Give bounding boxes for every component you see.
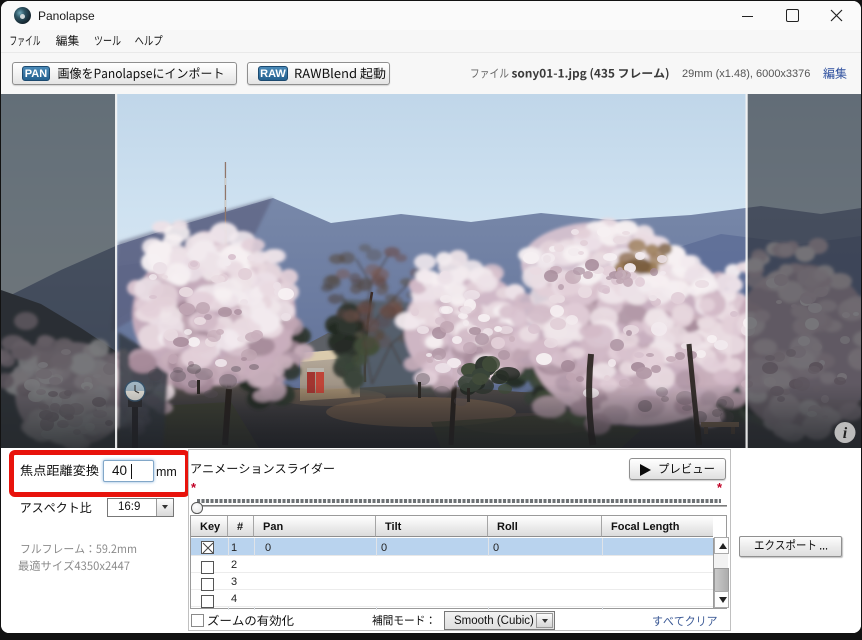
svg-text:i: i (843, 425, 848, 442)
